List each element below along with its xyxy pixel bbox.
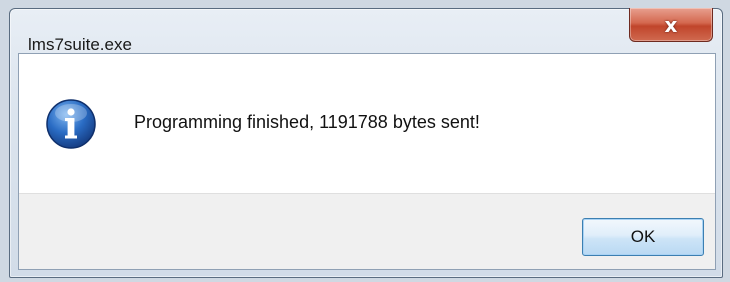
title-bar[interactable]: lms7suite.exe x <box>10 8 722 54</box>
message-dialog-window: lms7suite.exe x Programming finished, 11… <box>9 8 723 278</box>
window-title: lms7suite.exe <box>28 35 132 54</box>
close-icon: x <box>664 12 678 37</box>
message-text: Programming finished, 1191788 bytes sent… <box>134 112 480 132</box>
dialog-content: Programming finished, 1191788 bytes sent… <box>18 53 716 270</box>
close-button[interactable]: x <box>629 8 713 42</box>
footer-separator <box>19 193 715 194</box>
message-area: Programming finished, 1191788 bytes sent… <box>19 54 715 193</box>
info-icon <box>46 99 96 149</box>
ok-button[interactable]: OK <box>582 218 704 256</box>
